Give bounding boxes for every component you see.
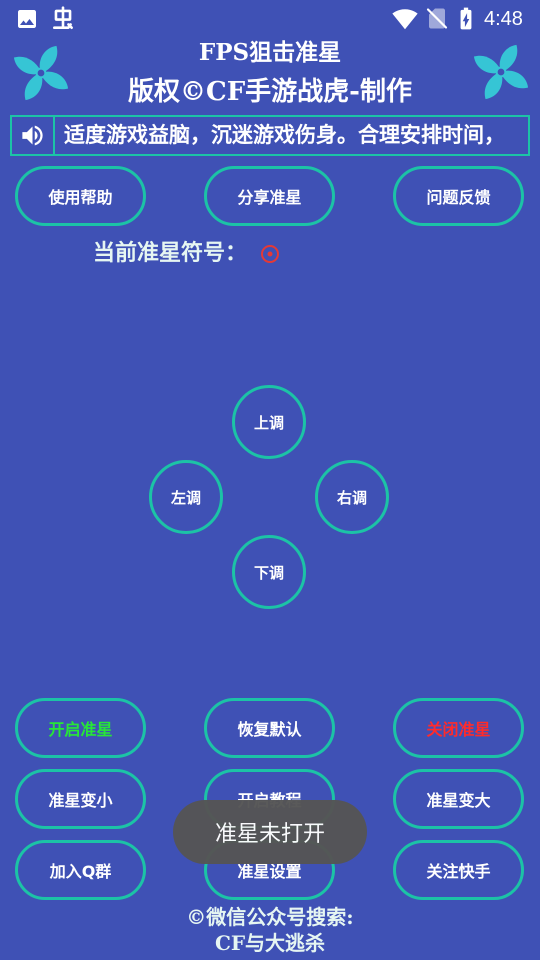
move-right-button[interactable]: 右调 bbox=[315, 460, 389, 534]
image-icon bbox=[15, 7, 39, 31]
footer-line-1: ©微信公众号搜索: bbox=[186, 905, 354, 929]
no-sim-icon bbox=[425, 6, 449, 31]
move-down-button[interactable]: 下调 bbox=[232, 535, 306, 609]
pinwheel-icon bbox=[472, 43, 530, 101]
disable-crosshair-button[interactable]: 关闭准星 bbox=[393, 698, 524, 758]
wifi-icon bbox=[391, 6, 419, 32]
share-crosshair-button[interactable]: 分享准星 bbox=[204, 166, 335, 226]
footer-line-2: CF与大逃杀 bbox=[214, 931, 326, 955]
circle-dot-crosshair-icon bbox=[259, 243, 281, 265]
feedback-button[interactable]: 问题反馈 bbox=[393, 166, 524, 226]
toast-message: 准星未打开 bbox=[173, 800, 367, 864]
notice-marquee: 适度游戏益脑，沉迷游戏伤身。合理安排时间， bbox=[10, 115, 530, 156]
move-up-button[interactable]: 上调 bbox=[232, 385, 306, 459]
notice-text: 适度游戏益脑，沉迷游戏伤身。合理安排时间， bbox=[64, 123, 505, 147]
enlarge-crosshair-button[interactable]: 准星变大 bbox=[393, 769, 524, 829]
move-left-button[interactable]: 左调 bbox=[149, 460, 223, 534]
status-time: 4:48 bbox=[484, 8, 523, 30]
enable-crosshair-button[interactable]: 开启准星 bbox=[15, 698, 146, 758]
current-crosshair-label: 当前准星符号： bbox=[93, 241, 248, 266]
help-button[interactable]: 使用帮助 bbox=[15, 166, 146, 226]
follow-kuaishou-button[interactable]: 关注快手 bbox=[393, 840, 524, 900]
shrink-crosshair-button[interactable]: 准星变小 bbox=[15, 769, 146, 829]
battery-charging-icon bbox=[453, 5, 479, 32]
app-title: FPS狙击准星 bbox=[198, 39, 342, 66]
app-subtitle: 版权©CF手游战虎-制作 bbox=[128, 77, 412, 107]
bug-icon bbox=[50, 5, 76, 32]
join-qq-group-button[interactable]: 加入Q群 bbox=[15, 840, 146, 900]
reset-default-button[interactable]: 恢复默认 bbox=[204, 698, 335, 758]
speaker-icon bbox=[12, 117, 55, 154]
